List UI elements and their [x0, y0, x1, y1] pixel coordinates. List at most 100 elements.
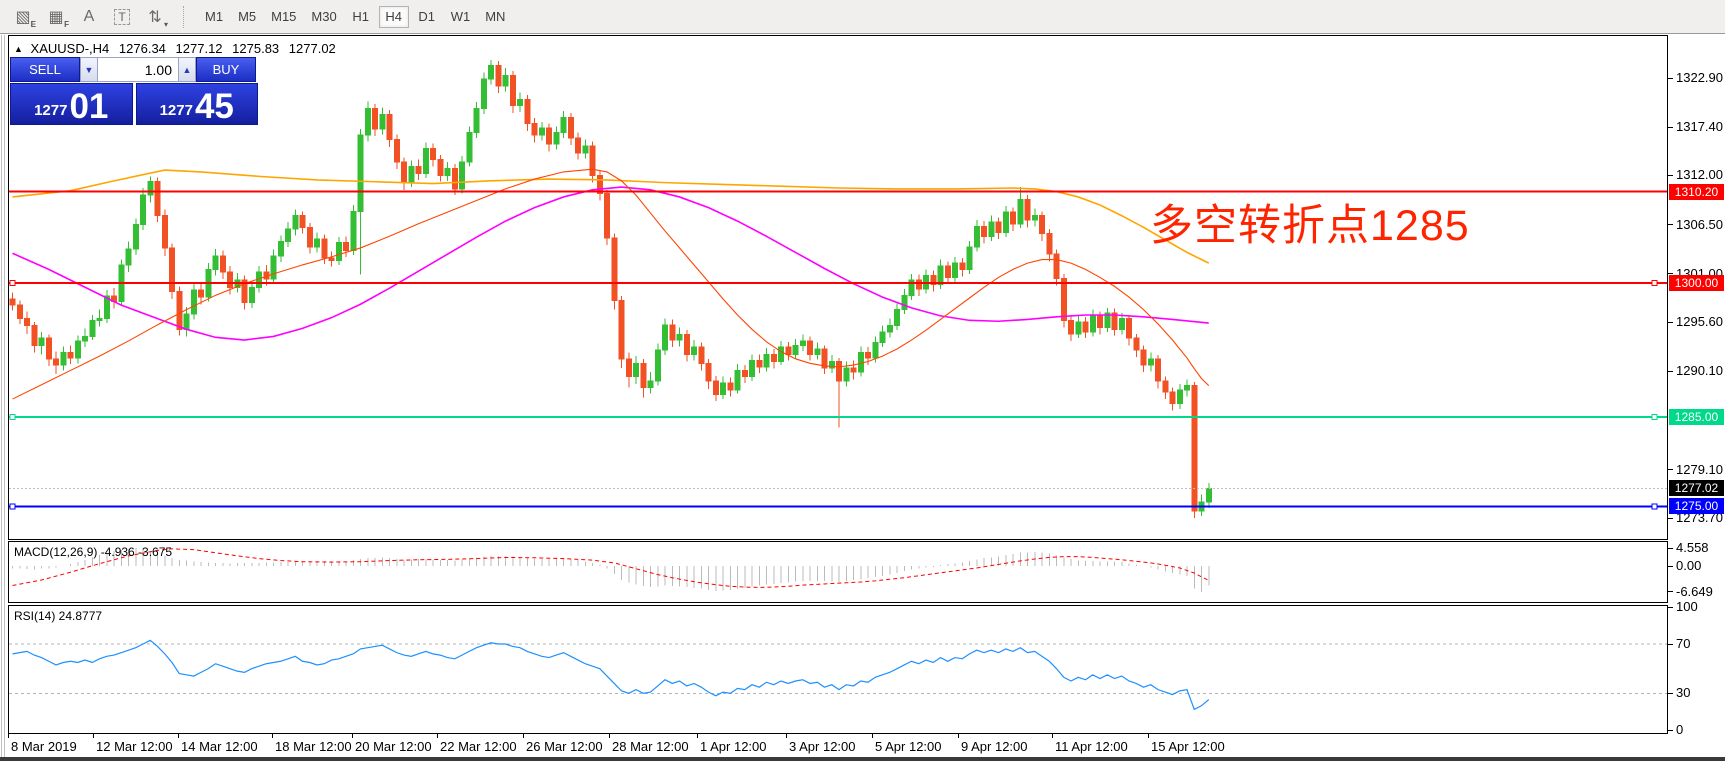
price-tick-label: 1295.60	[1676, 314, 1723, 329]
price-tick-label: 1322.90	[1676, 70, 1723, 85]
macd-tick	[1668, 548, 1673, 549]
macd-tick-label: -6.649	[1676, 584, 1713, 599]
candle-bull	[735, 370, 740, 390]
rsi-tick-label: 70	[1676, 636, 1690, 651]
candle-bear	[576, 138, 581, 153]
candle-bull	[974, 226, 979, 247]
rsi-indicator-label: RSI(14) 24.8777	[14, 609, 102, 623]
candle-bull	[148, 182, 153, 195]
candle-bear	[177, 292, 182, 330]
time-tick	[178, 734, 179, 738]
candle-bear	[307, 227, 312, 247]
hline-handle[interactable]	[10, 280, 15, 285]
candle-bear	[220, 256, 225, 272]
timeframe-button-m5[interactable]: M5	[232, 6, 262, 28]
candle-bear	[866, 353, 871, 358]
candle-bull	[764, 354, 769, 367]
sell-button[interactable]: SELL	[10, 57, 80, 82]
candle-bear	[822, 349, 827, 368]
text-label-icon[interactable]: A	[74, 5, 104, 29]
candle-bull	[518, 99, 523, 105]
price-tick	[1668, 127, 1673, 128]
candle-bear	[46, 338, 51, 359]
sell-price-display[interactable]: 1277 01	[10, 83, 133, 125]
time-tick	[609, 734, 610, 738]
price-tick-label: 1279.10	[1676, 462, 1723, 477]
price-badge-1300.00: 1300.00	[1669, 275, 1724, 291]
time-tick-label: 5 Apr 12:00	[875, 739, 942, 754]
candle-bull	[184, 314, 189, 329]
price-tick	[1668, 371, 1673, 372]
candle-bear	[1054, 254, 1059, 278]
macd-tick-label: 4.558	[1676, 540, 1709, 555]
rsi-tick-label: 0	[1676, 722, 1683, 737]
candle-bear	[1163, 381, 1168, 392]
candle-bull	[474, 108, 479, 132]
candle-bull	[880, 332, 885, 343]
timeframe-button-h1[interactable]: H1	[346, 6, 376, 28]
candle-bull	[445, 168, 450, 175]
volume-decrease-button[interactable]: ▼	[80, 57, 98, 82]
candle-bull	[554, 133, 559, 145]
symbol-ohlc-header: ▲ XAUUSD-,H4 1276.34 1277.12 1275.83 127…	[14, 41, 342, 56]
candle-bull	[39, 338, 44, 345]
candle-bull	[1032, 216, 1037, 220]
candle-bear	[619, 301, 624, 359]
crosshair-lines-e-icon[interactable]: ▧E	[8, 5, 38, 29]
candle-bear	[510, 75, 515, 105]
candle-bear	[626, 359, 631, 377]
candle-bull	[365, 108, 370, 135]
buy-price-small: 1277	[160, 103, 193, 123]
candle-bear	[786, 347, 791, 354]
arrows-objects-icon[interactable]: ⇅▾	[140, 5, 170, 29]
candle-bear	[851, 368, 856, 372]
candle-bull	[133, 225, 138, 249]
hline-handle[interactable]	[10, 414, 15, 419]
candle-bear	[25, 319, 30, 326]
macd-panel[interactable]	[9, 542, 1668, 603]
candle-bear	[32, 326, 37, 346]
hline-handle[interactable]	[10, 504, 15, 509]
chart-canvas[interactable]	[8, 35, 1668, 734]
timeframe-button-m1[interactable]: M1	[199, 6, 229, 28]
candle-bull	[481, 79, 486, 109]
collapse-triangle-icon[interactable]: ▲	[14, 44, 23, 54]
timeframe-button-m15[interactable]: M15	[265, 6, 302, 28]
candle-bull	[1076, 322, 1081, 334]
timeframe-button-h4[interactable]: H4	[379, 6, 409, 28]
candle-bear	[373, 108, 378, 129]
candle-bear	[996, 222, 1001, 233]
timeframe-button-m30[interactable]: M30	[305, 6, 342, 28]
grid-f-icon[interactable]: ▦F	[41, 5, 71, 29]
timeframe-button-d1[interactable]: D1	[412, 6, 442, 28]
candle-bull	[1185, 386, 1190, 390]
timeframe-button-w1[interactable]: W1	[445, 6, 477, 28]
candle-bull	[249, 287, 254, 302]
price-tick	[1668, 518, 1673, 519]
hline-handle[interactable]	[1652, 504, 1657, 509]
candle-bear	[590, 146, 595, 176]
volume-increase-button[interactable]: ▲	[178, 57, 196, 82]
text-box-icon[interactable]: T	[107, 5, 137, 29]
text-annotation[interactable]: 多空转折点1285	[1150, 191, 1470, 253]
candle-bull	[1018, 200, 1023, 224]
price-badge-1310.20: 1310.20	[1669, 184, 1724, 200]
rsi-panel[interactable]	[9, 606, 1668, 734]
time-tick	[697, 734, 698, 738]
candle-bull	[489, 65, 494, 78]
timeframe-button-mn[interactable]: MN	[479, 6, 511, 28]
hline-handle[interactable]	[1652, 414, 1657, 419]
buy-button[interactable]: BUY	[196, 57, 256, 82]
time-tick	[786, 734, 787, 738]
buy-price-display[interactable]: 1277 45	[136, 83, 259, 125]
candle-bear	[1156, 359, 1161, 381]
candle-bull	[539, 128, 544, 135]
toolbar-separator	[183, 6, 190, 28]
window-bottom-edge	[0, 757, 1725, 761]
candle-bear	[199, 290, 204, 297]
hline-handle[interactable]	[1652, 280, 1657, 285]
volume-input[interactable]	[98, 57, 178, 82]
ohlc-low: 1275.83	[232, 41, 279, 56]
time-tick-label: 3 Apr 12:00	[789, 739, 856, 754]
candle-bear	[1069, 320, 1074, 333]
